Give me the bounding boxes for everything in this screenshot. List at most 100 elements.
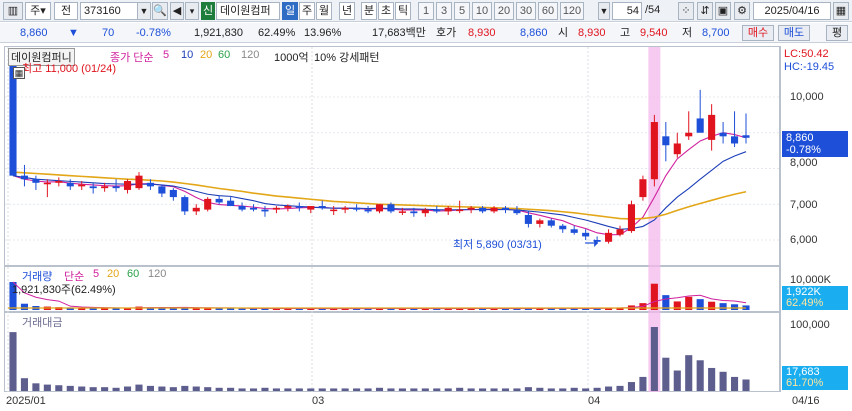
volume-bar <box>719 303 727 310</box>
lc-label: LC:50.42 <box>784 48 829 60</box>
amount-current-pct: 61.70% <box>786 377 824 389</box>
amount-bar <box>307 388 315 391</box>
amount-bar <box>559 388 567 391</box>
candle-body <box>181 197 189 212</box>
volume-ma-20: 20 <box>107 268 120 280</box>
amount-bar <box>593 387 601 391</box>
candle-body <box>708 114 716 140</box>
candle-body <box>364 209 372 212</box>
amount-y-tick: 100,000 <box>790 319 830 331</box>
amount-bar <box>123 386 132 391</box>
candle-body <box>43 182 51 185</box>
candle-body <box>55 181 63 183</box>
candle-body <box>272 207 280 210</box>
candle-body <box>66 182 74 187</box>
ma-label: 종가 단순 <box>110 52 154 64</box>
candle-body <box>78 184 86 187</box>
candle-body <box>307 206 315 210</box>
candle-body <box>467 207 475 210</box>
candle-body <box>639 179 647 198</box>
candle-body <box>387 204 395 212</box>
candle-body <box>284 206 292 208</box>
ma-period-10: 10 <box>181 49 194 61</box>
amount-bar <box>536 387 544 391</box>
candle-body <box>227 200 235 207</box>
amount-bar <box>410 388 418 391</box>
amount-title: 거래대금 <box>22 317 63 329</box>
candle-body <box>375 204 384 212</box>
amount-bar <box>398 388 406 391</box>
amount-bar <box>696 360 704 391</box>
candle-body <box>112 186 120 189</box>
candle-body <box>685 132 693 137</box>
candle-body <box>696 118 704 133</box>
volume-ma-5: 5 <box>93 268 100 280</box>
amount-bar <box>444 388 452 391</box>
ma-period-20: 20 <box>200 49 213 61</box>
candle-body <box>123 181 132 190</box>
amount-bar <box>467 388 475 391</box>
x-tick-04-16: 04/16 <box>792 395 820 407</box>
candle-body <box>479 207 487 212</box>
candle-body <box>719 132 727 137</box>
candle-body <box>627 204 636 232</box>
candle-body <box>330 209 338 212</box>
candle-body <box>730 136 739 144</box>
amount-bar <box>43 384 51 391</box>
amount-bar <box>238 388 246 391</box>
amount-bar <box>421 388 429 391</box>
candle-body <box>20 175 29 180</box>
table-icon[interactable]: ▦ <box>13 67 25 79</box>
unit-label: 1000억 <box>274 52 309 64</box>
candle-body <box>204 198 212 210</box>
amount-bar <box>375 387 384 391</box>
candle-body <box>536 220 544 224</box>
candle-body <box>261 209 269 212</box>
candle-body <box>192 207 200 212</box>
amount-bar <box>9 332 17 391</box>
amount-bar <box>20 378 29 391</box>
amount-bar <box>456 387 464 391</box>
amount-bar <box>730 376 739 391</box>
candle-body <box>547 220 555 226</box>
x-tick-2025-01: 2025/01 <box>6 395 46 407</box>
amount-bar <box>295 388 303 391</box>
amount-bar <box>364 388 372 391</box>
amount-bar <box>227 387 235 391</box>
amount-bar <box>719 371 727 391</box>
pattern-label: 10% 강세패턴 <box>314 52 380 64</box>
candle-body <box>616 229 624 235</box>
x-tick-03: 03 <box>312 395 325 407</box>
amount-bar <box>570 387 578 391</box>
volume-current-tag: 1,922K 62.49% <box>782 286 848 310</box>
candle-body <box>673 143 681 155</box>
candle-body <box>341 207 349 210</box>
current-price-tag: 8,860 -0.78% <box>782 131 848 157</box>
candle-body <box>89 186 97 189</box>
amount-bar <box>101 387 109 391</box>
amount-bar <box>192 386 200 391</box>
candle-body <box>215 198 223 203</box>
amount-bar <box>708 367 716 391</box>
amount-bar <box>78 386 86 391</box>
amount-bar <box>89 387 97 391</box>
amount-bar <box>284 388 292 391</box>
candle-body <box>559 225 567 230</box>
amount-bar <box>353 388 361 391</box>
volume-current-pct: 62.49% <box>786 297 824 309</box>
candle-body <box>501 207 510 210</box>
candle-body <box>650 122 658 180</box>
ma-period-120: 120 <box>241 49 260 61</box>
candle-body <box>238 206 246 210</box>
candle-body <box>570 229 578 233</box>
volume-bar <box>238 308 246 310</box>
candle-body <box>513 209 521 214</box>
candle-body <box>101 186 109 189</box>
min-price-label: 최저 5,890 (03/31) <box>453 239 542 251</box>
amount-bar <box>55 385 63 391</box>
amount-bar <box>261 387 269 391</box>
candle-body <box>410 211 418 214</box>
hc-label: HC:-19.45 <box>784 61 835 73</box>
y-tick-10000: 10,000 <box>790 91 824 103</box>
volume-bar <box>708 301 716 310</box>
